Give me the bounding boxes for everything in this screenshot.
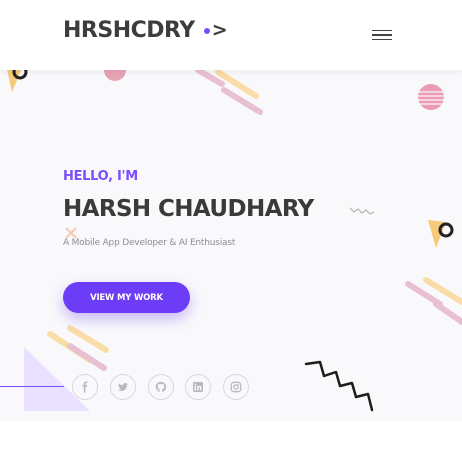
hero-tagline: A Mobile App Developer & AI Enthusiast <box>63 238 236 248</box>
logo-chevron-icon: > <box>211 19 228 41</box>
site-logo[interactable]: HRSHCDRY > <box>63 18 228 43</box>
github-icon <box>155 381 167 392</box>
hero-name: HARSH CHAUDHARY <box>63 196 314 222</box>
site-header: HRSHCDRY > <box>0 0 462 70</box>
twitter-link[interactable] <box>110 374 136 400</box>
github-link[interactable] <box>148 374 174 400</box>
accent-line <box>0 386 64 387</box>
facebook-icon <box>82 381 88 393</box>
hamburger-menu-icon[interactable] <box>372 26 396 44</box>
hero-greeting: HELLO, I'M <box>63 169 138 184</box>
instagram-icon <box>230 381 242 393</box>
twitter-icon <box>118 383 128 391</box>
hero-section: HELLO, I'M HARSH CHAUDHARY A Mobile App … <box>0 70 462 421</box>
facebook-link[interactable] <box>72 374 98 400</box>
view-my-work-button[interactable]: VIEW MY WORK <box>63 282 190 313</box>
linkedin-link[interactable] <box>185 374 211 400</box>
linkedin-icon <box>193 382 203 392</box>
instagram-link[interactable] <box>223 374 249 400</box>
logo-text: HRSHCDRY <box>63 18 195 43</box>
logo-dot <box>203 27 210 34</box>
